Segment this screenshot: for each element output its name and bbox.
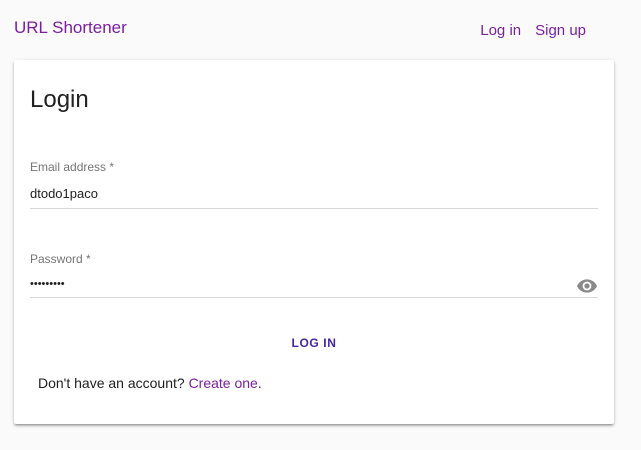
signup-prompt-text: Don't have an account? <box>38 375 189 391</box>
top-nav: Log in Sign up <box>480 22 586 39</box>
eye-icon[interactable] <box>576 275 598 297</box>
signup-prompt-row: Don't have an account? Create one. <box>38 375 262 391</box>
password-input[interactable] <box>30 272 598 298</box>
signup-prompt-suffix: . <box>257 375 262 391</box>
email-field: Email address * <box>30 160 598 209</box>
eye-icon-graphic <box>577 279 597 293</box>
nav-signup-link[interactable]: Sign up <box>535 22 586 39</box>
create-account-link[interactable]: Create one <box>189 375 258 391</box>
app-brand-link[interactable]: URL Shortener <box>14 18 127 38</box>
password-label: Password * <box>30 252 91 266</box>
nav-login-link[interactable]: Log in <box>480 22 521 39</box>
app-bar: URL Shortener Log in Sign up <box>0 0 641 60</box>
login-button[interactable]: LOG IN <box>280 330 348 356</box>
password-field: Password * <box>30 252 598 298</box>
email-input[interactable] <box>30 180 598 209</box>
login-card: Login Email address * Password * LOG IN … <box>14 60 614 424</box>
login-title: Login <box>30 86 89 113</box>
email-label: Email address * <box>30 160 115 174</box>
